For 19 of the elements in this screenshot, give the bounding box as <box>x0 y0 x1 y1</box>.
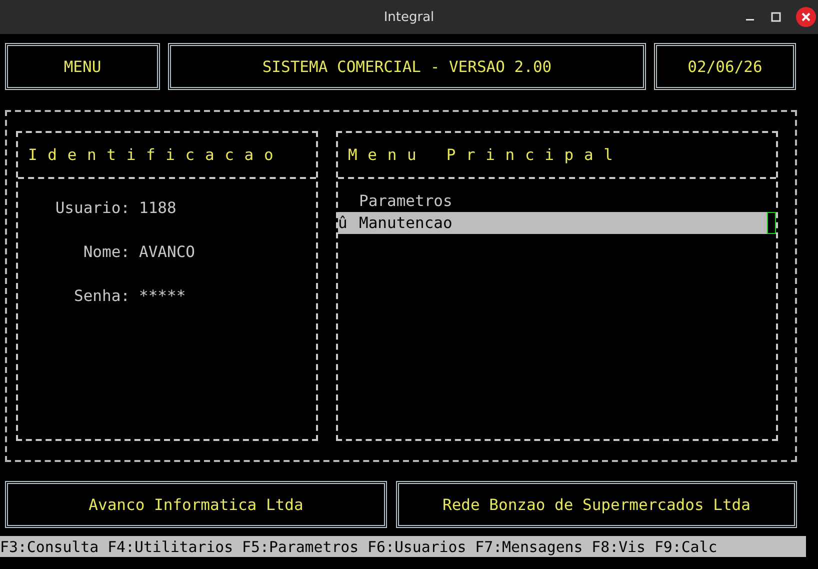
cursor-icon <box>767 212 776 234</box>
field-value: ***** <box>139 287 186 305</box>
panel-title: M e n u P r i n c i p a l <box>348 146 614 164</box>
field-label: Senha: <box>73 287 130 305</box>
system-title: SISTEMA COMERCIAL - VERSAO 2.00 <box>168 43 646 90</box>
function-key-bar: F3:Consulta F4:Utilitarios F5:Parametros F6:Usuarios F7:Mensagens F8:Vis F9:Calc <box>0 536 806 557</box>
client-name: Rede Bonzao de Supermercados Ltda <box>396 481 797 528</box>
menu-item[interactable]: Parametros <box>338 190 768 212</box>
field-value: AVANCO <box>139 243 195 261</box>
menu-label: MENU <box>5 43 160 90</box>
close-icon[interactable] <box>796 7 816 27</box>
field-label: Nome: <box>82 243 130 261</box>
company-name: Avanco Informatica Ltda <box>5 481 387 528</box>
panel-title: I d e n t i f i c a c a o <box>28 146 274 164</box>
field-value: 1188 <box>139 199 176 217</box>
window-title: Integral <box>384 10 434 24</box>
field-label: Usuario: <box>54 199 130 217</box>
maximize-icon[interactable] <box>770 11 782 23</box>
date-label: 02/06/26 <box>654 43 796 90</box>
